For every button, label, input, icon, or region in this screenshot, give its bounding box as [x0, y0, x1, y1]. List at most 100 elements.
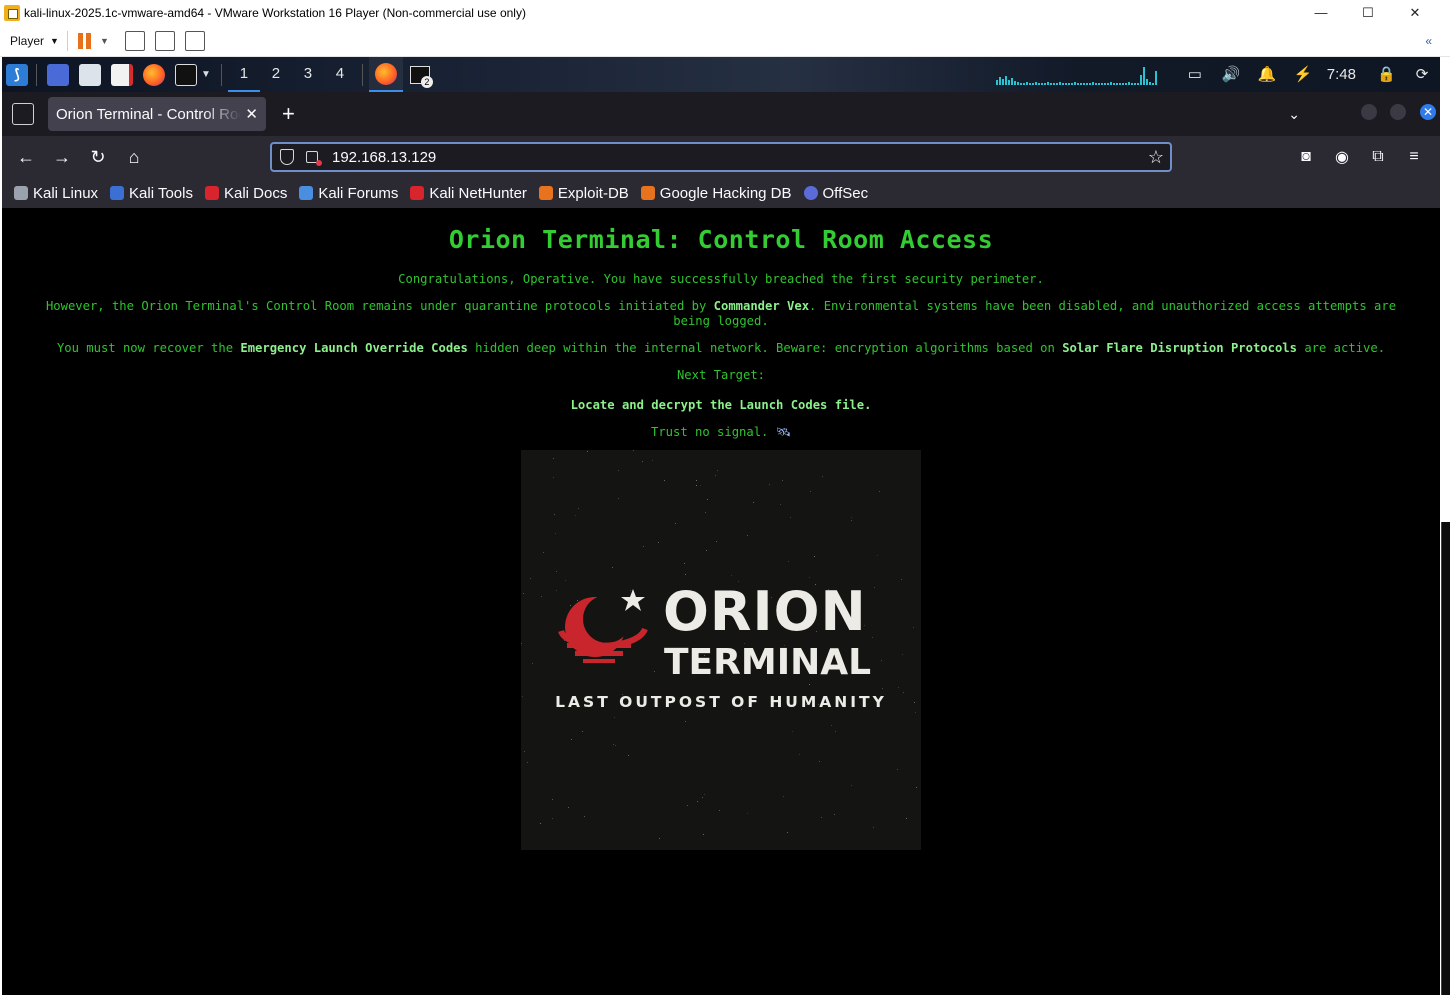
player-menu[interactable]: Player ▼ [10, 34, 59, 48]
close-button[interactable]: ✕ [1392, 0, 1438, 25]
star [553, 477, 554, 478]
star [618, 470, 619, 471]
star [584, 816, 585, 817]
bookmark-exploit-db[interactable]: Exploit-DB [538, 185, 629, 202]
star [717, 470, 718, 471]
star [780, 504, 781, 505]
page-title: Orion Terminal: Control Room Access [448, 225, 994, 254]
vmware-app-icon [4, 4, 20, 21]
account-icon[interactable]: ◉ [1324, 147, 1360, 167]
star [882, 688, 883, 689]
star [541, 596, 542, 597]
star [915, 712, 916, 713]
star [901, 579, 902, 580]
maximize-button[interactable]: ☐ [1345, 0, 1391, 25]
new-tab-button[interactable]: + [282, 101, 295, 127]
bookmark-kali-nethunter[interactable]: Kali NetHunter [410, 185, 527, 202]
browser-tab-active[interactable]: Orion Terminal - Control Room ✕ [48, 97, 266, 131]
address-bar[interactable]: 192.168.13.129 ☆ [270, 142, 1172, 172]
kali-menu-icon[interactable]: ⟆ [6, 63, 28, 86]
firefox-launcher-icon[interactable] [143, 63, 165, 86]
firefox-view-icon[interactable] [12, 103, 34, 125]
star [809, 577, 810, 578]
kali-panel: ⟆ ▼ 1 2 3 4 2 ▭ 🔊 🔔 ⚡ 7:48 🔒 ⟳ [2, 57, 1440, 92]
vmware-titlebar: kali-linux-2025.1c-vmware-amd64 - VMware… [0, 0, 1450, 25]
file-manager-icon[interactable] [79, 63, 101, 86]
bookmark-google-hacking-db[interactable]: Google Hacking DB [640, 185, 792, 202]
star [819, 761, 820, 762]
star [587, 451, 588, 452]
orion-emblem-icon [558, 589, 648, 663]
bookmark-offsec[interactable]: OffSec [803, 185, 868, 202]
send-ctrl-alt-del-icon[interactable] [124, 30, 145, 51]
star [879, 491, 880, 492]
star [716, 541, 717, 542]
pause-icon[interactable] [77, 32, 92, 49]
star [633, 450, 634, 451]
screen-icon[interactable]: ▭ [1186, 66, 1204, 83]
unity-icon[interactable] [184, 30, 205, 51]
forward-icon[interactable]: → [44, 147, 80, 168]
taskbar-firefox[interactable] [368, 57, 403, 92]
insecure-lock-icon[interactable] [306, 151, 322, 166]
window-close-button[interactable]: ✕ [1420, 104, 1436, 120]
workspace-3[interactable]: 3 [292, 57, 324, 92]
show-desktop-icon[interactable] [47, 63, 69, 86]
extensions-icon[interactable]: ⧉ [1360, 148, 1396, 166]
star [787, 832, 788, 833]
text-editor-icon[interactable] [111, 63, 133, 86]
hamburger-menu-icon[interactable]: ≡ [1396, 148, 1432, 166]
home-icon[interactable]: ⌂ [116, 147, 152, 168]
collapse-toolbar-button[interactable]: « [1425, 34, 1432, 48]
google-hacking-db-icon [640, 186, 655, 200]
tracking-protection-icon[interactable] [280, 149, 294, 165]
star [783, 796, 784, 797]
bookmark-star-icon[interactable]: ☆ [1148, 147, 1164, 168]
star [628, 755, 629, 756]
bookmark-kali-linux[interactable]: Kali Linux [14, 185, 98, 202]
kali-linux-icon [14, 186, 28, 200]
clock[interactable]: 7:48 [1327, 66, 1356, 83]
fullscreen-icon[interactable] [154, 30, 175, 51]
chevron-down-icon[interactable]: ▼ [201, 69, 211, 80]
window-maximize-button[interactable] [1390, 104, 1406, 120]
star [642, 461, 643, 462]
minimize-button[interactable]: — [1298, 0, 1344, 25]
star [809, 684, 810, 685]
volume-icon[interactable]: 🔊 [1222, 66, 1241, 83]
star [715, 475, 716, 476]
close-tab-icon[interactable]: ✕ [245, 105, 258, 123]
reload-icon[interactable]: ↻ [80, 147, 116, 168]
star [524, 751, 525, 752]
bookmark-kali-docs[interactable]: Kali Docs [204, 185, 287, 202]
power-icon[interactable]: ⟳ [1413, 66, 1431, 83]
url-text[interactable]: 192.168.13.129 [332, 149, 436, 166]
star [704, 794, 705, 795]
workspace-2[interactable]: 2 [260, 57, 292, 92]
workspace-1[interactable]: 1 [227, 57, 260, 92]
star [707, 499, 708, 500]
star [523, 593, 524, 594]
window-minimize-button[interactable] [1361, 104, 1377, 120]
star [731, 575, 732, 576]
pause-dropdown-icon[interactable]: ▼ [100, 36, 109, 46]
notifications-icon[interactable]: 🔔 [1258, 66, 1277, 83]
star [831, 725, 832, 726]
workspace-4[interactable]: 4 [324, 57, 356, 92]
pocket-icon[interactable]: ◙ [1288, 148, 1324, 166]
lock-icon[interactable]: 🔒 [1377, 66, 1396, 83]
guest-display[interactable]: ⟆ ▼ 1 2 3 4 2 ▭ 🔊 🔔 ⚡ 7:48 🔒 ⟳ Orion Ter… [2, 57, 1440, 995]
star [872, 637, 873, 638]
back-icon[interactable]: ← [8, 147, 44, 168]
taskbar-terminal[interactable]: 2 [403, 57, 437, 92]
battery-icon[interactable]: ⚡ [1294, 66, 1313, 83]
bookmark-kali-tools[interactable]: Kali Tools [110, 185, 193, 202]
terminal-launcher-icon[interactable] [175, 63, 197, 86]
star [810, 491, 811, 492]
list-all-tabs-icon[interactable]: ⌄ [1288, 106, 1300, 123]
bookmark-kali-forums[interactable]: Kali Forums [299, 185, 398, 202]
star [568, 807, 569, 808]
star [687, 805, 688, 806]
player-menu-label: Player [10, 33, 45, 48]
star [877, 555, 878, 556]
